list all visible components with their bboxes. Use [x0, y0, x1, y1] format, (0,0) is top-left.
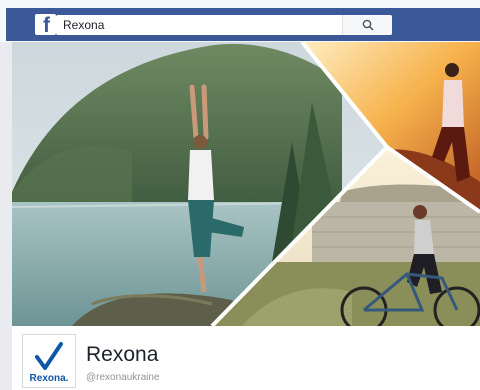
- search-input[interactable]: [56, 15, 342, 35]
- checkmark-icon: [35, 342, 63, 370]
- search-button[interactable]: [342, 15, 392, 35]
- search-box: [56, 15, 392, 35]
- facebook-header: f: [6, 8, 480, 41]
- logo-text: Rexona.: [30, 373, 69, 384]
- page-title[interactable]: Rexona: [86, 343, 158, 367]
- cover-photo[interactable]: [12, 42, 480, 326]
- facebook-logo-icon[interactable]: f: [35, 14, 56, 37]
- top-bar: f: [0, 0, 480, 42]
- search-icon: [362, 19, 374, 31]
- page-profile-bar: Rexona. Rexona @rexonaukraine: [12, 326, 480, 390]
- rexona-logo: Rexona.: [30, 342, 69, 384]
- page-avatar[interactable]: Rexona.: [22, 334, 76, 388]
- page-username: @rexonaukraine: [86, 372, 160, 383]
